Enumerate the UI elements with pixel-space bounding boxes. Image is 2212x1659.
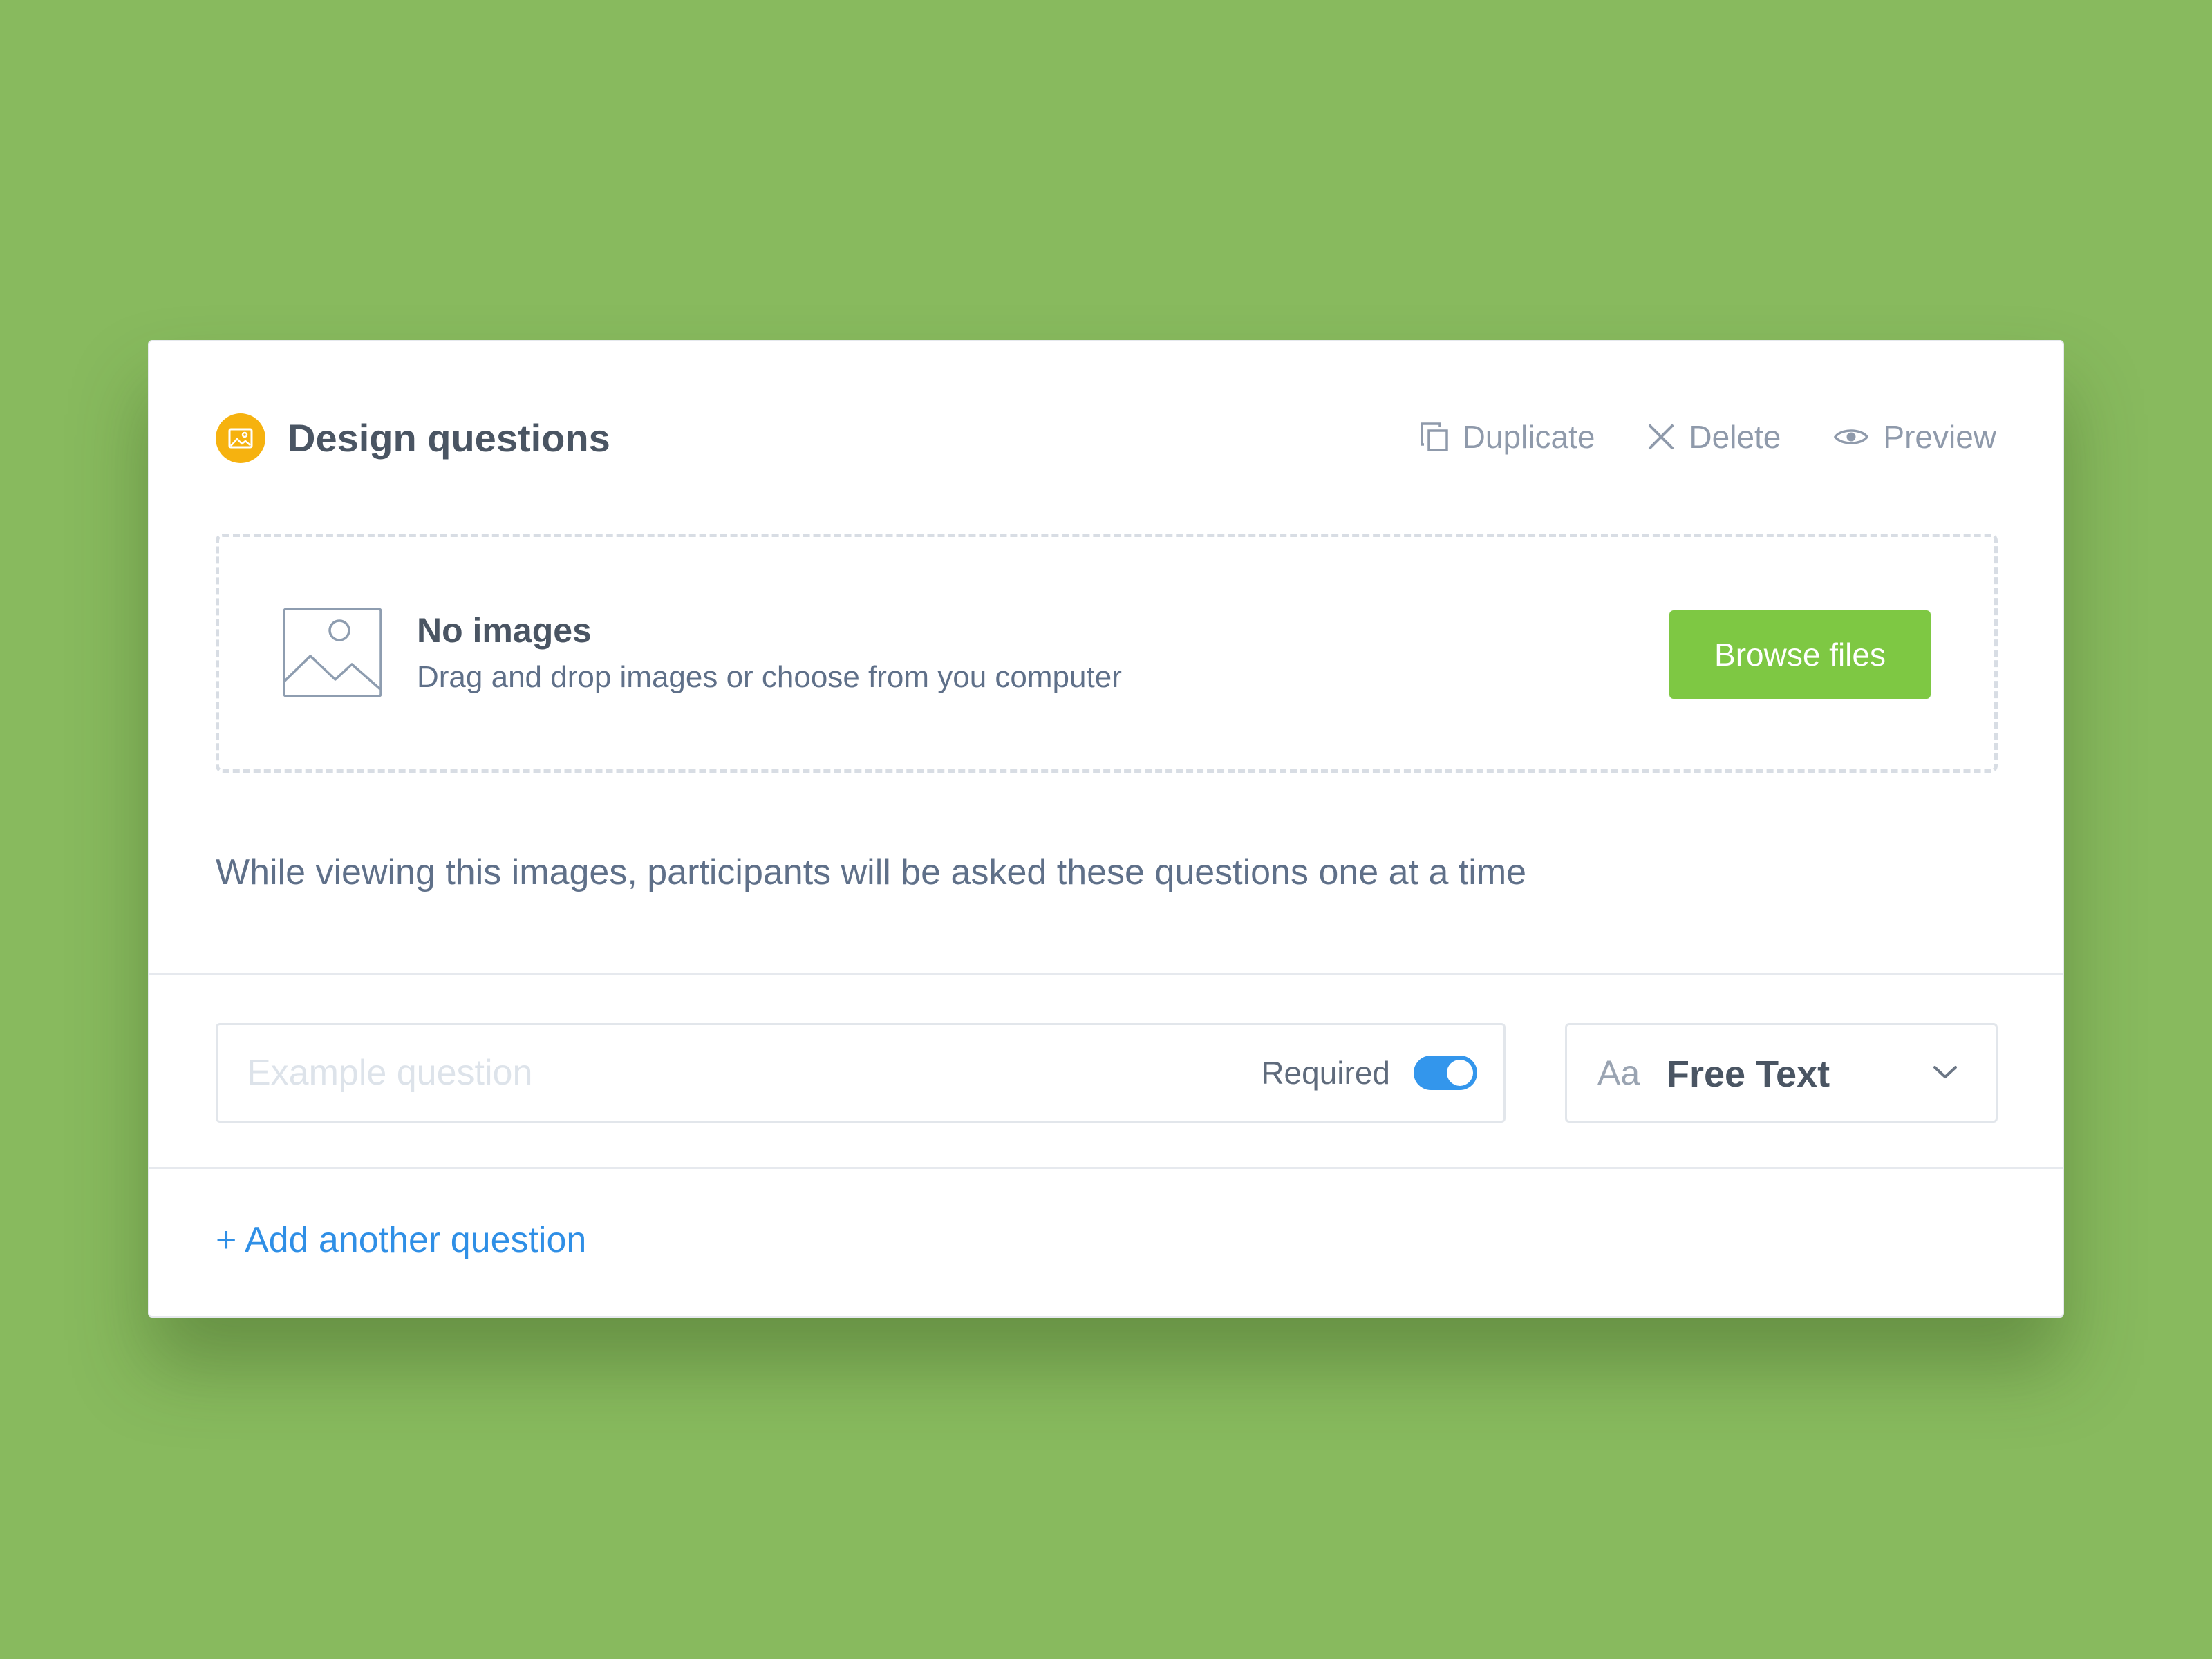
image-dropzone[interactable]: No images Drag and drop images or choose… — [216, 534, 1998, 773]
question-type-select[interactable]: Aa Free Text — [1565, 1023, 1998, 1123]
eye-icon — [1833, 425, 1869, 449]
divider — [149, 973, 2063, 975]
delete-button[interactable]: Delete — [1647, 418, 1781, 456]
image-icon — [216, 413, 265, 463]
preview-label: Preview — [1883, 419, 1996, 455]
required-control: Required — [1261, 1025, 1477, 1121]
duplicate-label: Duplicate — [1462, 419, 1595, 455]
duplicate-icon — [1420, 422, 1449, 452]
add-question-link[interactable]: + Add another question — [216, 1219, 586, 1261]
delete-label: Delete — [1689, 419, 1781, 455]
toggle-knob — [1447, 1060, 1473, 1086]
instructions-text: While viewing this images, participants … — [216, 852, 1527, 892]
header-actions: Duplicate Delete Preview — [1420, 412, 1996, 462]
divider — [149, 1167, 2063, 1169]
question-input[interactable] — [247, 1025, 1215, 1121]
chevron-down-icon — [1932, 1064, 1958, 1084]
no-images-subtitle: Drag and drop images or choose from you … — [417, 660, 1122, 694]
question-type-value: Free Text — [1667, 1053, 1830, 1095]
required-toggle[interactable] — [1414, 1056, 1477, 1090]
required-label: Required — [1261, 1055, 1390, 1091]
image-placeholder-icon — [283, 608, 382, 697]
browse-files-button[interactable]: Browse files — [1669, 610, 1931, 699]
preview-button[interactable]: Preview — [1833, 418, 1996, 456]
text-type-icon: Aa — [1597, 1053, 1640, 1092]
page-title: Design questions — [288, 416, 610, 460]
duplicate-button[interactable]: Duplicate — [1420, 418, 1595, 456]
question-field: Required — [216, 1023, 1506, 1123]
design-questions-card: Design questions Duplicate Delete Previe… — [148, 340, 2064, 1318]
close-icon — [1647, 423, 1675, 451]
no-images-title: No images — [417, 611, 592, 650]
